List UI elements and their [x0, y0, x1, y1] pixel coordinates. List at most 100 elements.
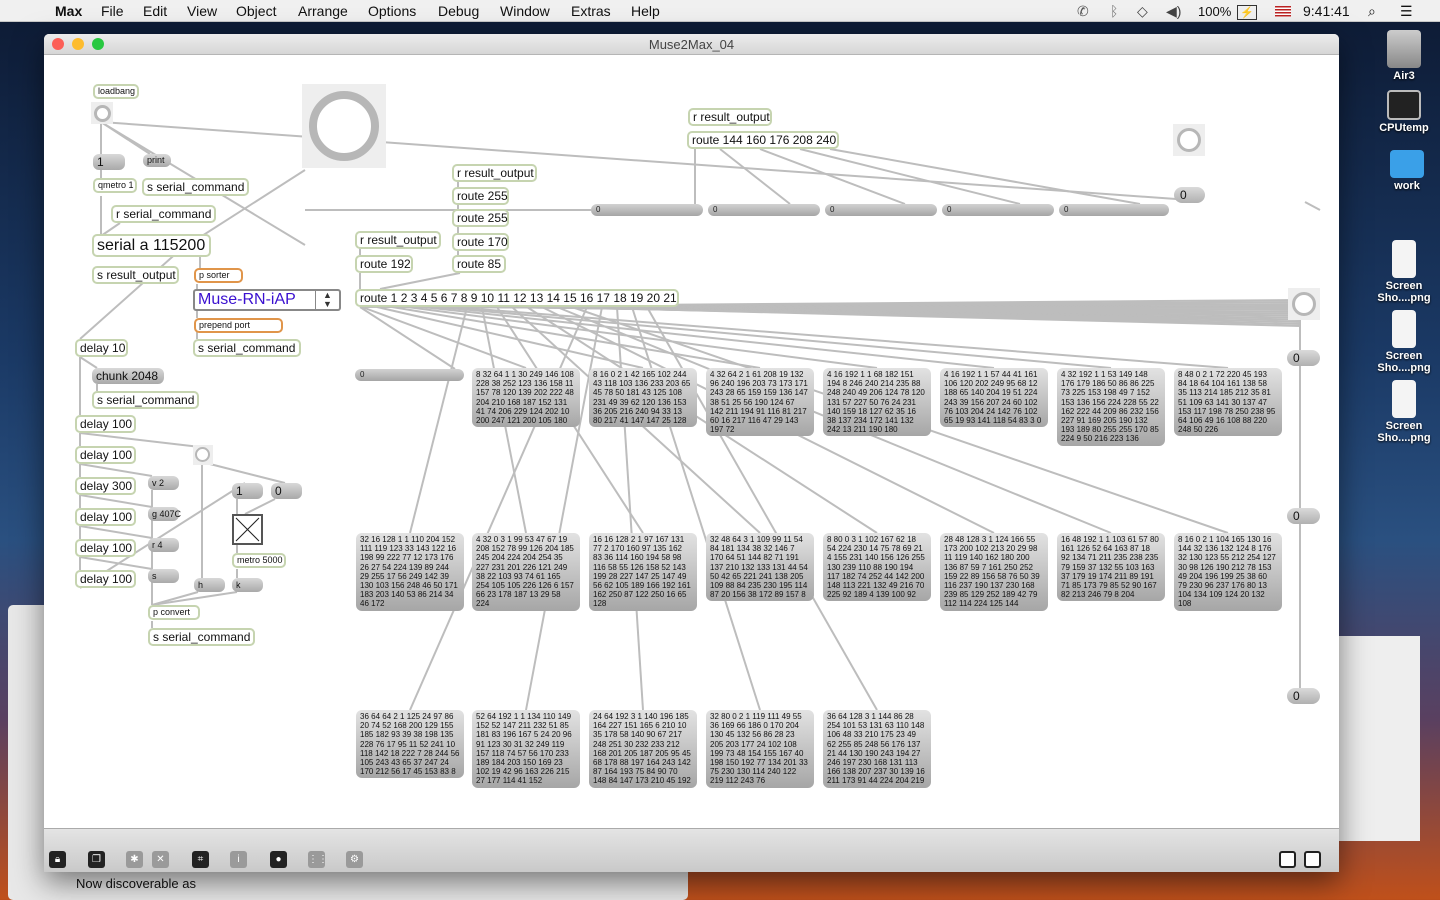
p-sorter-subpatch[interactable]: p sorter	[194, 268, 243, 283]
s-message[interactable]: s	[148, 569, 179, 583]
route-255-object[interactable]: route 255	[452, 209, 509, 227]
packet-message[interactable]: 4 16 192 1 1 57 44 41 161 106 120 202 24…	[940, 368, 1048, 428]
menu-help[interactable]: Help	[631, 3, 660, 19]
bang-button[interactable]	[195, 447, 210, 462]
desktop-item-work[interactable]: work	[1372, 150, 1440, 192]
serial-object[interactable]: serial a 115200	[92, 234, 211, 257]
route-main-object[interactable]: route 1 2 3 4 5 6 7 8 9 10 11 12 13 14 1…	[355, 289, 679, 307]
receive-result-output[interactable]: r result_output	[452, 164, 537, 182]
packet-message[interactable]: 4 32 192 1 1 53 149 148 176 179 186 50 8…	[1057, 368, 1165, 446]
bluetooth-icon[interactable]: ᛒ	[1110, 3, 1118, 19]
packet-message[interactable]: 16 16 128 2 1 97 167 131 77 2 170 160 97…	[589, 533, 697, 611]
packet-message[interactable]: 24 64 192 3 1 140 196 185 164 227 151 16…	[589, 710, 697, 788]
desktop-item-screenshot[interactable]: Screen Sho....png	[1369, 240, 1439, 304]
menu-arrange[interactable]: Arrange	[298, 3, 348, 19]
split-right-icon[interactable]	[1304, 851, 1321, 868]
message-1[interactable]: 1	[232, 483, 263, 499]
route-ids-object[interactable]: route 144 160 176 208 240	[687, 131, 839, 149]
packet-message[interactable]: 4 16 192 1 1 68 182 151 194 8 246 240 21…	[823, 368, 931, 437]
float-number-box[interactable]: 0	[825, 204, 937, 216]
float-number-box[interactable]: 0	[1059, 204, 1169, 216]
bang-button[interactable]	[1292, 292, 1316, 316]
wifi-icon[interactable]: ◇	[1137, 3, 1148, 20]
loadbang-object[interactable]: loadbang	[93, 84, 139, 99]
presentation-icon[interactable]: ⌗	[192, 851, 209, 868]
split-bottom-icon[interactable]	[1279, 851, 1296, 868]
menu-debug[interactable]: Debug	[438, 3, 479, 19]
flag-icon[interactable]	[1275, 6, 1291, 17]
port-menu[interactable]: Muse-RN-iAP ▲ ▼	[193, 289, 341, 311]
volume-icon[interactable]: ◀)	[1166, 3, 1181, 20]
new-object-icon[interactable]: ❐	[88, 851, 105, 868]
prepend-port-object[interactable]: prepend port	[194, 318, 283, 333]
chevron-updown-icon[interactable]: ▲ ▼	[315, 291, 339, 309]
delay-object[interactable]: delay 100	[75, 415, 136, 433]
send-serial-command[interactable]: s serial_command	[193, 339, 301, 357]
menu-edit[interactable]: Edit	[143, 3, 167, 19]
desktop-item-cputemp[interactable]: CPUtemp	[1369, 90, 1439, 134]
delay-object[interactable]: delay 100	[75, 570, 136, 588]
grid-icon[interactable]: ⋮⋮	[308, 851, 328, 868]
print-message[interactable]: print	[143, 154, 171, 167]
route-85-object[interactable]: route 85	[452, 255, 506, 273]
search-icon[interactable]: ⌕	[1368, 3, 1376, 20]
k-message[interactable]: k	[232, 578, 263, 592]
menu-window[interactable]: Window	[500, 3, 550, 19]
menu-options[interactable]: Options	[368, 3, 416, 19]
delay-object[interactable]: delay 10	[75, 339, 128, 357]
lock-icon[interactable]: 🔒︎	[49, 851, 66, 868]
receive-result-output[interactable]: r result_output	[355, 231, 441, 249]
delay-object[interactable]: delay 100	[75, 508, 136, 526]
snap-icon[interactable]: ⚙	[346, 851, 363, 868]
number-box[interactable]: 0	[1287, 350, 1320, 366]
h-message[interactable]: h	[194, 578, 225, 592]
close-button[interactable]	[52, 38, 64, 50]
bang-button[interactable]	[1177, 128, 1201, 152]
patch-cord-icon[interactable]: ●	[270, 851, 287, 868]
message-0[interactable]: 0	[271, 483, 302, 499]
menu-file[interactable]: File	[101, 3, 124, 19]
delay-object[interactable]: delay 300	[75, 477, 136, 495]
p-convert-subpatch[interactable]: p convert	[148, 605, 200, 620]
menu-object[interactable]: Object	[236, 3, 276, 19]
v2-message[interactable]: v 2	[148, 476, 179, 490]
g407c-message[interactable]: g 407C	[148, 507, 181, 521]
inspector-icon[interactable]: i	[230, 851, 247, 868]
r4-message[interactable]: r 4	[148, 538, 179, 552]
number-box[interactable]: 0	[1287, 508, 1320, 524]
battery-percent[interactable]: 100%	[1198, 4, 1231, 19]
send-serial-command[interactable]: s serial_command	[148, 628, 255, 646]
extras-icon[interactable]: ✱	[126, 851, 143, 868]
packet-message[interactable]: 36 64 128 3 1 144 86 28 254 101 53 131 6…	[823, 710, 931, 788]
menu-app[interactable]: Max	[55, 3, 82, 19]
clock[interactable]: 9:41:41	[1303, 3, 1350, 19]
metro-object[interactable]: metro 5000	[232, 553, 286, 568]
send-serial-command[interactable]: s serial_command	[92, 391, 199, 409]
float-number-box[interactable]: 0	[355, 369, 464, 381]
menu-view[interactable]: View	[187, 3, 217, 19]
message-1[interactable]: 1	[93, 154, 125, 170]
packet-message[interactable]: 4 32 64 2 1 61 208 19 132 96 240 196 203…	[706, 368, 814, 437]
qmetro-object[interactable]: qmetro 1	[93, 178, 137, 193]
send-result-output[interactable]: s result_output	[92, 266, 179, 284]
packet-message[interactable]: 52 64 192 1 1 134 110 149 152 52 147 211…	[472, 710, 580, 788]
packet-message[interactable]: 8 16 0 2 1 42 165 102 244 43 118 103 136…	[589, 368, 697, 428]
minimize-button[interactable]	[72, 38, 84, 50]
route-170-object[interactable]: route 170	[452, 233, 509, 251]
packet-message[interactable]: 8 80 0 3 1 102 167 62 18 54 224 230 14 7…	[823, 533, 931, 602]
float-number-box[interactable]: 0	[591, 204, 703, 216]
desktop-item-air3[interactable]: Air3	[1369, 30, 1439, 82]
title-bar[interactable]: Muse2Max_04	[44, 34, 1339, 55]
packet-message[interactable]: 8 32 64 1 1 30 249 146 108 228 38 252 12…	[472, 368, 580, 428]
float-number-box[interactable]: 0	[708, 204, 820, 216]
desktop-item-screenshot[interactable]: Screen Sho....png	[1369, 310, 1439, 374]
menu-extras[interactable]: Extras	[571, 3, 611, 19]
packet-message[interactable]: 36 64 64 2 1 125 24 97 86 20 74 52 168 2…	[356, 710, 464, 779]
number-box[interactable]: 0	[1174, 187, 1205, 203]
send-serial-command[interactable]: s serial_command	[142, 178, 249, 196]
notification-center-icon[interactable]: ☰	[1400, 3, 1413, 20]
number-box[interactable]: 0	[1287, 688, 1320, 704]
packet-message[interactable]: 8 48 0 2 1 72 220 45 193 84 18 64 104 16…	[1174, 368, 1282, 437]
delay-object[interactable]: delay 100	[75, 539, 136, 557]
chunk-message[interactable]: chunk 2048	[92, 368, 164, 384]
